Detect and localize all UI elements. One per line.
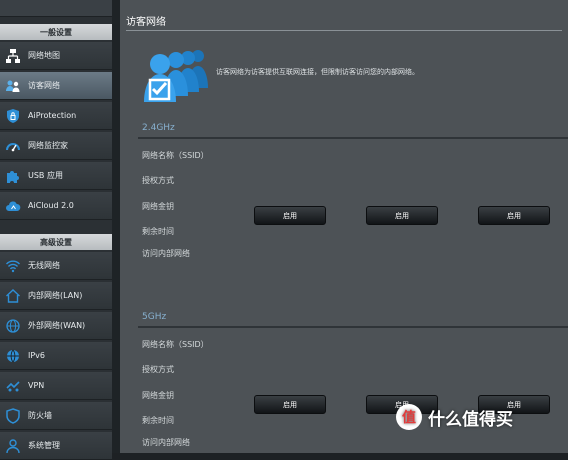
sidebar-item-label: 内部网络(LAN) — [28, 291, 83, 300]
row-label-time-remaining: 剩余时间 — [142, 416, 174, 425]
watermark-text: 什么值得买 — [428, 409, 513, 430]
band-divider-2g — [138, 137, 568, 139]
enable-button[interactable]: 启用 — [366, 206, 438, 225]
enable-button[interactable]: 启用 — [254, 395, 326, 414]
sidebar-item-label: 访客网络 — [28, 81, 60, 90]
sidebar-item-label: 无线网络 — [28, 261, 60, 270]
admin-user-icon — [4, 437, 22, 455]
vpn-icon — [4, 377, 22, 395]
row-label-auth-method: 授权方式 — [142, 365, 174, 374]
band-label-2g: 2.4GHz — [142, 123, 175, 133]
sidebar-item-aiprotection[interactable]: AiProtection — [0, 102, 112, 130]
sidebar-item-wan[interactable]: 外部网络(WAN) — [0, 312, 112, 340]
cloud-icon — [4, 197, 22, 215]
row-label-network-key: 网络金钥 — [142, 202, 174, 211]
sidebar-item-label: VPN — [28, 381, 45, 390]
main-panel: 访客网络 访客网络为访客提供互联网连接，但限制访客访问您的内部网络。 2.4GH… — [120, 0, 568, 453]
sidebar-item-label: 网络监控家 — [28, 141, 68, 150]
sidebar: 一般设置 网络地图 访客网络 AiProtection 网络监控家 USB 应用 — [0, 0, 112, 460]
page-title: 访客网络 — [126, 17, 166, 28]
network-map-icon — [4, 47, 22, 65]
sidebar-item-guest-network[interactable]: 访客网络 — [0, 72, 112, 100]
guest-network-icon — [4, 77, 22, 95]
aiprotection-icon — [4, 107, 22, 125]
sidebar-item-label: IPv6 — [28, 351, 46, 360]
row-label-access-intranet: 访问内部网络 — [142, 438, 190, 447]
sidebar-item-label: AiCloud 2.0 — [28, 201, 74, 210]
sidebar-item-network-map[interactable]: 网络地图 — [0, 42, 112, 70]
band-divider-5g — [138, 326, 568, 328]
row-label-access-intranet: 访问内部网络 — [142, 249, 190, 258]
advanced-settings-header: 高级设置 — [0, 234, 112, 250]
sidebar-item-lan[interactable]: 内部网络(LAN) — [0, 282, 112, 310]
sidebar-item-label: 系统管理 — [28, 441, 60, 450]
sidebar-top-strip — [0, 0, 112, 17]
sidebar-item-aicloud[interactable]: AiCloud 2.0 — [0, 192, 112, 220]
traffic-monitor-icon — [4, 137, 22, 155]
row-label-ssid: 网络名称（SSID） — [142, 151, 209, 160]
globe-icon — [4, 317, 22, 335]
ipv6-globe-icon — [4, 347, 22, 365]
sidebar-item-traffic-monitor[interactable]: 网络监控家 — [0, 132, 112, 160]
sidebar-item-wireless[interactable]: 无线网络 — [0, 252, 112, 280]
usb-puzzle-icon — [4, 167, 22, 185]
watermark: 值 什么值得买 — [396, 404, 513, 430]
row-label-time-remaining: 剩余时间 — [142, 227, 174, 236]
title-divider — [126, 30, 562, 31]
home-icon — [4, 287, 22, 305]
guest-network-description: 访客网络为访客提供互联网连接，但限制访客访问您的内部网络。 — [216, 68, 419, 76]
guest-users-icon — [138, 44, 216, 108]
sidebar-item-label: USB 应用 — [28, 171, 63, 180]
wifi-icon — [4, 257, 22, 275]
sidebar-item-label: AiProtection — [28, 111, 77, 120]
sidebar-item-firewall[interactable]: 防火墙 — [0, 402, 112, 430]
row-label-network-key: 网络金钥 — [142, 391, 174, 400]
row-label-auth-method: 授权方式 — [142, 176, 174, 185]
row-label-ssid: 网络名称（SSID） — [142, 340, 209, 349]
sidebar-item-ipv6[interactable]: IPv6 — [0, 342, 112, 370]
sidebar-item-label: 外部网络(WAN) — [28, 321, 86, 330]
band-label-5g: 5GHz — [142, 312, 167, 322]
sidebar-item-label: 防火墙 — [28, 411, 52, 420]
shield-icon — [4, 407, 22, 425]
watermark-logo: 值 — [396, 404, 422, 430]
sidebar-item-vpn[interactable]: VPN — [0, 372, 112, 400]
enable-button[interactable]: 启用 — [478, 206, 550, 225]
sidebar-gutter — [112, 0, 120, 453]
enable-button[interactable]: 启用 — [254, 206, 326, 225]
general-settings-header: 一般设置 — [0, 24, 112, 40]
sidebar-item-administration[interactable]: 系统管理 — [0, 432, 112, 460]
sidebar-item-label: 网络地图 — [28, 51, 60, 60]
sidebar-item-usb-apps[interactable]: USB 应用 — [0, 162, 112, 190]
